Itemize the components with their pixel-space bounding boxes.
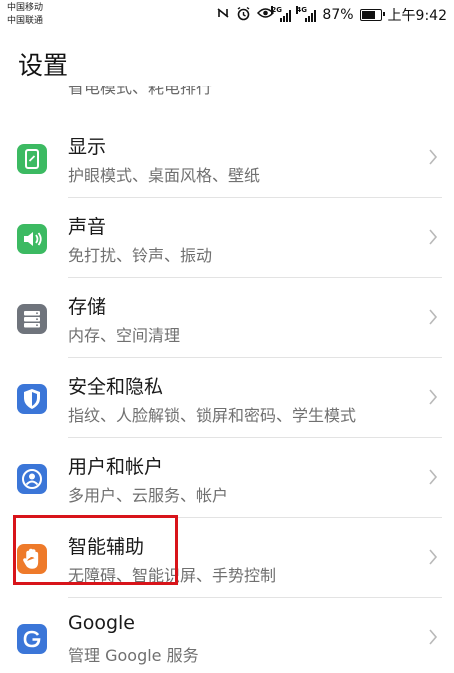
highlight-annotation-box bbox=[13, 515, 178, 585]
page-title: 设置 bbox=[18, 51, 69, 80]
settings-item-title: Google bbox=[68, 612, 136, 634]
settings-item-display[interactable]: 显示 护眼模式、桌面风格、壁纸 bbox=[0, 118, 454, 198]
status-bar: 中国移动 中国联通 2G 4G 87% 上午9:42 bbox=[0, 0, 454, 36]
battery-fill bbox=[361, 11, 375, 19]
signal-sim2-icon: 4G bbox=[296, 5, 317, 22]
chevron-right-icon bbox=[429, 629, 438, 645]
clock: 上午9:42 bbox=[387, 8, 447, 24]
settings-item-title: 显示 bbox=[68, 136, 107, 158]
status-icons: 2G 4G 87% 上午9:42 bbox=[216, 4, 447, 26]
settings-item-subtitle: 内存、空间清理 bbox=[68, 326, 181, 345]
chevron-right-icon bbox=[429, 309, 438, 325]
sound-icon bbox=[17, 224, 47, 254]
settings-item-title: 存储 bbox=[68, 296, 107, 318]
alarm-icon bbox=[236, 6, 251, 25]
settings-item-storage[interactable]: 存储 内存、空间清理 bbox=[0, 278, 454, 358]
chevron-right-icon bbox=[429, 389, 438, 405]
signal-sim1-icon: 2G bbox=[271, 5, 292, 22]
network-1-label: 2G bbox=[271, 5, 283, 14]
storage-icon bbox=[17, 304, 47, 334]
shield-icon bbox=[17, 384, 47, 414]
network-2-label: 4G bbox=[296, 5, 308, 14]
nfc-icon bbox=[216, 6, 230, 24]
settings-item-users-accounts[interactable]: 用户和帐户 多用户、云服务、帐户 bbox=[0, 438, 454, 518]
chevron-right-icon bbox=[429, 149, 438, 165]
user-icon bbox=[17, 464, 47, 494]
chevron-right-icon bbox=[429, 549, 438, 565]
carrier-1-label: 中国移动 bbox=[7, 3, 44, 13]
settings-item-sound[interactable]: 声音 免打扰、铃声、振动 bbox=[0, 198, 454, 278]
display-icon bbox=[17, 144, 47, 174]
settings-item-title: 声音 bbox=[68, 216, 107, 238]
header: 设置 bbox=[0, 36, 454, 86]
settings-item-subtitle: 多用户、云服务、帐户 bbox=[68, 486, 229, 505]
carrier-2-label: 中国联通 bbox=[7, 16, 44, 26]
google-icon bbox=[17, 624, 47, 654]
chevron-right-icon bbox=[429, 229, 438, 245]
settings-item-security[interactable]: 安全和隐私 指纹、人脸解锁、锁屏和密码、学生模式 bbox=[0, 358, 454, 438]
settings-item-title: 用户和帐户 bbox=[68, 456, 164, 478]
settings-item-subtitle: 护眼模式、桌面风格、壁纸 bbox=[68, 166, 261, 185]
partial-item-subtitle: 省电模式、耗电排行 bbox=[68, 86, 213, 97]
settings-item-google[interactable]: Google 管理 Google 服务 bbox=[0, 598, 454, 673]
chevron-right-icon bbox=[429, 469, 438, 485]
battery-percent: 87% bbox=[322, 7, 354, 23]
settings-item-subtitle: 免打扰、铃声、振动 bbox=[68, 246, 213, 265]
settings-item-subtitle: 指纹、人脸解锁、锁屏和密码、学生模式 bbox=[68, 406, 357, 425]
battery-icon bbox=[359, 9, 385, 21]
settings-item-title: 安全和隐私 bbox=[68, 376, 164, 398]
settings-item-subtitle: 管理 Google 服务 bbox=[68, 646, 199, 665]
